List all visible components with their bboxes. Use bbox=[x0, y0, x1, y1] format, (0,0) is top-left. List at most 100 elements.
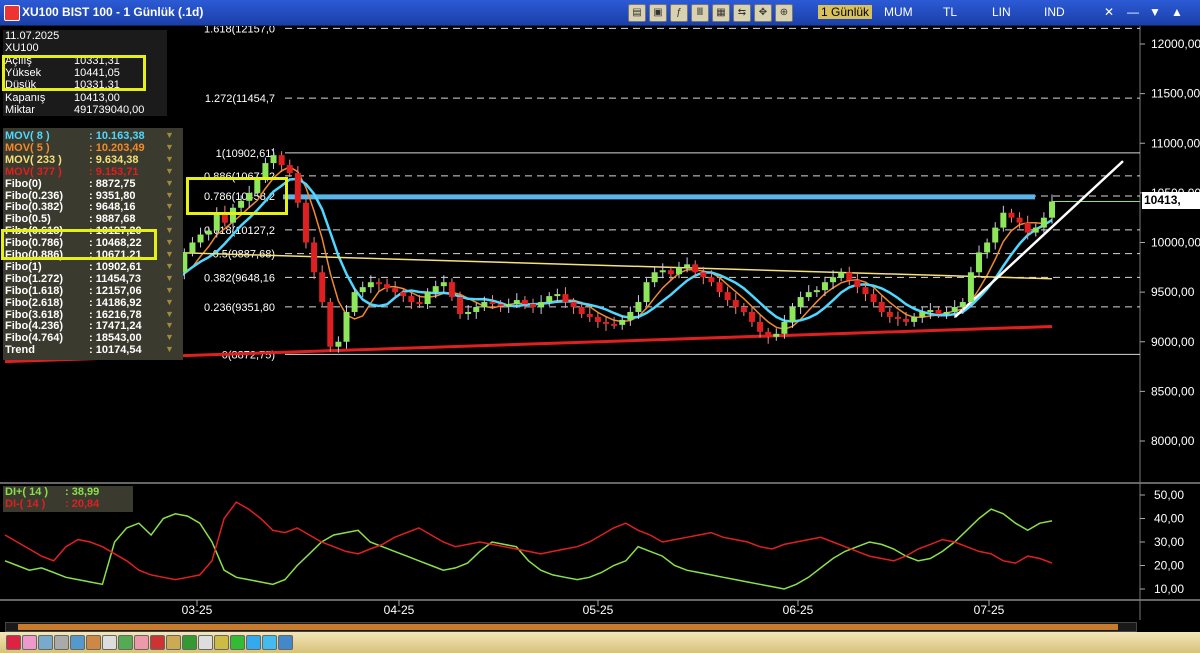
candle-body bbox=[659, 270, 666, 273]
print-icon[interactable] bbox=[38, 635, 53, 650]
legend-dropdown-icon[interactable]: ▼ bbox=[165, 297, 174, 307]
open-icon[interactable] bbox=[214, 635, 229, 650]
chart-scrollbar[interactable] bbox=[5, 622, 1137, 632]
legend-value: : 9648,16 bbox=[89, 201, 136, 214]
candle-body bbox=[1040, 217, 1047, 228]
candle-body bbox=[521, 300, 528, 305]
scrollbar-thumb[interactable] bbox=[18, 624, 1118, 630]
legend-dropdown-icon[interactable]: ▼ bbox=[165, 320, 174, 330]
compare-icon[interactable] bbox=[118, 635, 133, 650]
legend-dropdown-icon[interactable]: ▼ bbox=[165, 213, 174, 223]
candle-body bbox=[481, 302, 488, 308]
minimize-button[interactable]: — bbox=[1124, 4, 1142, 20]
candle-body bbox=[505, 304, 512, 307]
candle-body bbox=[302, 202, 309, 243]
share-icon[interactable] bbox=[278, 635, 293, 650]
legend-row: Trend: 10174,54 ▼ bbox=[5, 344, 174, 357]
fib-level-label: 1.272(11454,7 bbox=[205, 93, 275, 105]
legend-dropdown-icon[interactable]: ▼ bbox=[165, 273, 174, 283]
legend-dropdown-icon[interactable]: ▼ bbox=[165, 142, 174, 152]
maximize-button[interactable]: ▲ bbox=[1168, 4, 1186, 20]
tools-icon[interactable]: ✕ bbox=[1100, 4, 1118, 20]
di-minus-value: : 20,84 bbox=[65, 498, 100, 510]
legend-dropdown-icon[interactable]: ▼ bbox=[165, 130, 174, 140]
legend-value: : 9.634,38 bbox=[89, 153, 139, 166]
legend-dropdown-icon[interactable]: ▼ bbox=[165, 178, 174, 188]
twitter-icon[interactable] bbox=[262, 635, 277, 650]
grid-icon[interactable] bbox=[102, 635, 117, 650]
move-icon[interactable]: ✥ bbox=[754, 4, 772, 22]
candle-body bbox=[821, 282, 828, 291]
legend-value: : 9.153,71 bbox=[89, 165, 139, 178]
legend-label: Fibo(1.618) bbox=[5, 284, 64, 297]
legend-dropdown-icon[interactable]: ▼ bbox=[165, 201, 174, 211]
zoom-out-icon[interactable] bbox=[86, 635, 101, 650]
candle-body bbox=[700, 272, 707, 278]
save-icon[interactable] bbox=[198, 635, 213, 650]
legend-dropdown-icon[interactable]: ▼ bbox=[165, 344, 174, 354]
chart-type-menu[interactable]: MUM bbox=[884, 5, 913, 19]
candle-body bbox=[619, 319, 626, 325]
delete-icon[interactable] bbox=[150, 635, 165, 650]
excel-icon[interactable] bbox=[182, 635, 197, 650]
legend-dropdown-icon[interactable]: ▼ bbox=[165, 166, 174, 176]
candle-body bbox=[951, 307, 958, 312]
date-tick-label: 07-25 bbox=[974, 603, 1005, 617]
grid-icon[interactable]: ▦ bbox=[712, 4, 730, 22]
legend-label: MOV( 233 ) bbox=[5, 153, 62, 166]
candle-body bbox=[757, 321, 764, 332]
legend-value: : 14186,92 bbox=[89, 296, 142, 309]
legend-dropdown-icon[interactable]: ▼ bbox=[165, 249, 174, 259]
info-row-close-label: Kapanış bbox=[5, 92, 46, 104]
refresh-icon[interactable] bbox=[230, 635, 245, 650]
candle-body bbox=[635, 302, 642, 312]
legend-dropdown-icon[interactable]: ▼ bbox=[165, 309, 174, 319]
copy-icon[interactable] bbox=[54, 635, 69, 650]
candle-body bbox=[432, 286, 439, 293]
candle-body bbox=[684, 264, 691, 268]
zoom-icon[interactable]: ⊕ bbox=[775, 4, 793, 22]
legend-dropdown-icon[interactable]: ▼ bbox=[165, 225, 174, 235]
restore-button[interactable]: ▼ bbox=[1146, 4, 1164, 20]
candle-body bbox=[1049, 201, 1055, 218]
search-icon[interactable] bbox=[70, 635, 85, 650]
candle-body bbox=[1000, 212, 1007, 228]
facebook-icon[interactable] bbox=[246, 635, 261, 650]
template-icon[interactable]: ▤ bbox=[628, 4, 646, 22]
last-price-badge: 10413, bbox=[1142, 192, 1200, 209]
star-icon[interactable] bbox=[134, 635, 149, 650]
legend-dropdown-icon[interactable]: ▼ bbox=[165, 285, 174, 295]
indicator-menu[interactable]: IND bbox=[1044, 5, 1065, 19]
fibo-tool-icon[interactable]: ƒ bbox=[670, 4, 688, 22]
candle-body bbox=[513, 300, 520, 305]
candle-body bbox=[359, 287, 366, 293]
date-tick-label: 06-25 bbox=[783, 603, 814, 617]
legend-dropdown-icon[interactable]: ▼ bbox=[165, 261, 174, 271]
template-icon[interactable] bbox=[6, 635, 21, 650]
compare-icon[interactable]: ⇆ bbox=[733, 4, 751, 22]
legend-label: Fibo(2.618) bbox=[5, 296, 64, 309]
price-tick-label: 10000,00 bbox=[1151, 236, 1200, 250]
fundamentals-icon[interactable]: Ⅲ bbox=[691, 4, 709, 22]
legend-dropdown-icon[interactable]: ▼ bbox=[165, 237, 174, 247]
alarm-icon[interactable]: ▣ bbox=[649, 4, 667, 22]
legend-dropdown-icon[interactable]: ▼ bbox=[165, 332, 174, 342]
legend-dropdown-icon[interactable]: ▼ bbox=[165, 154, 174, 164]
period-menu[interactable]: 1 Günlük bbox=[818, 5, 873, 19]
candle-body bbox=[992, 227, 999, 243]
candle-body bbox=[205, 230, 212, 235]
currency-menu[interactable]: TL bbox=[943, 5, 957, 19]
alarm-icon[interactable] bbox=[22, 635, 37, 650]
candle-body bbox=[805, 292, 812, 298]
title-bar: XU100 BIST 100 - 1 Günlük (.1d) ▤ ▣ ƒ Ⅲ … bbox=[0, 0, 1200, 26]
candle-body bbox=[903, 318, 910, 322]
settings-icon[interactable] bbox=[166, 635, 181, 650]
candle-body bbox=[311, 242, 318, 273]
candle-body bbox=[319, 272, 326, 303]
scale-menu[interactable]: LIN bbox=[992, 5, 1011, 19]
candle-body bbox=[643, 282, 650, 303]
candle-body bbox=[578, 307, 585, 314]
legend-value: : 8872,75 bbox=[89, 177, 136, 190]
legend-dropdown-icon[interactable]: ▼ bbox=[165, 190, 174, 200]
legend-value: : 18543,00 bbox=[89, 332, 142, 345]
